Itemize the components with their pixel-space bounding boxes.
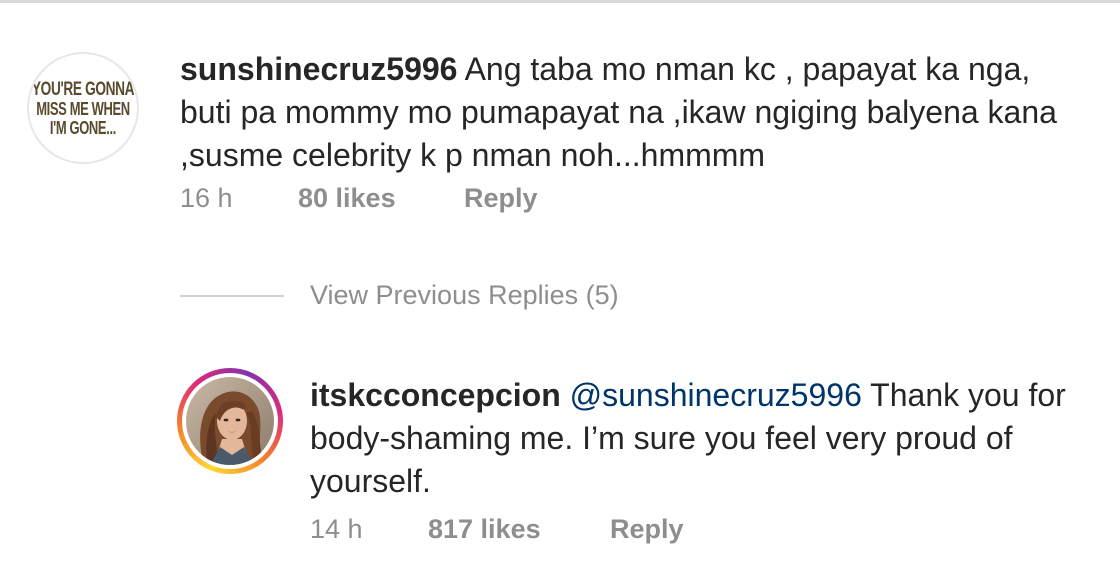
profile-photo-icon bbox=[186, 377, 274, 465]
avatar[interactable]: YOU'RE GONNA MISS ME WHEN I'M GONE... bbox=[27, 52, 139, 164]
view-previous-replies-link[interactable]: View Previous Replies (5) bbox=[310, 280, 619, 311]
view-previous-replies[interactable]: View Previous Replies (5) bbox=[180, 280, 619, 311]
comment-likes-count[interactable]: 80 likes bbox=[298, 183, 464, 214]
top-divider bbox=[0, 0, 1120, 3]
avatar-text-line-3: I'M GONE... bbox=[49, 117, 117, 138]
reply-username[interactable]: itskcconcepcion bbox=[310, 377, 561, 413]
reply-button[interactable]: Reply bbox=[464, 183, 538, 214]
replies-divider-line bbox=[180, 294, 284, 297]
comment-timestamp: 16 h bbox=[180, 183, 233, 213]
comment-meta: 16 h 80 likes Reply bbox=[180, 183, 538, 214]
reply-mention-link[interactable]: @sunshinecruz5996 bbox=[570, 377, 862, 413]
reply-likes-count[interactable]: 817 likes bbox=[428, 514, 610, 545]
reply-button[interactable]: Reply bbox=[610, 514, 684, 545]
story-ring-avatar[interactable] bbox=[177, 368, 283, 474]
avatar-photo bbox=[186, 377, 274, 465]
avatar-ring-gap bbox=[182, 373, 278, 469]
comment-body: sunshinecruz5996 Ang taba mo nman kc , p… bbox=[180, 48, 1080, 177]
reply-meta: 14 h 817 likes Reply bbox=[310, 514, 684, 545]
comment-username[interactable]: sunshinecruz5996 bbox=[180, 51, 457, 87]
avatar-text-line-1: YOU'RE GONNA bbox=[31, 78, 135, 100]
avatar-text-line-2: MISS ME WHEN bbox=[36, 98, 130, 119]
reply-body: itskcconcepcion @sunshinecruz5996 Thank … bbox=[310, 374, 1100, 503]
reply-timestamp: 14 h bbox=[310, 514, 363, 544]
